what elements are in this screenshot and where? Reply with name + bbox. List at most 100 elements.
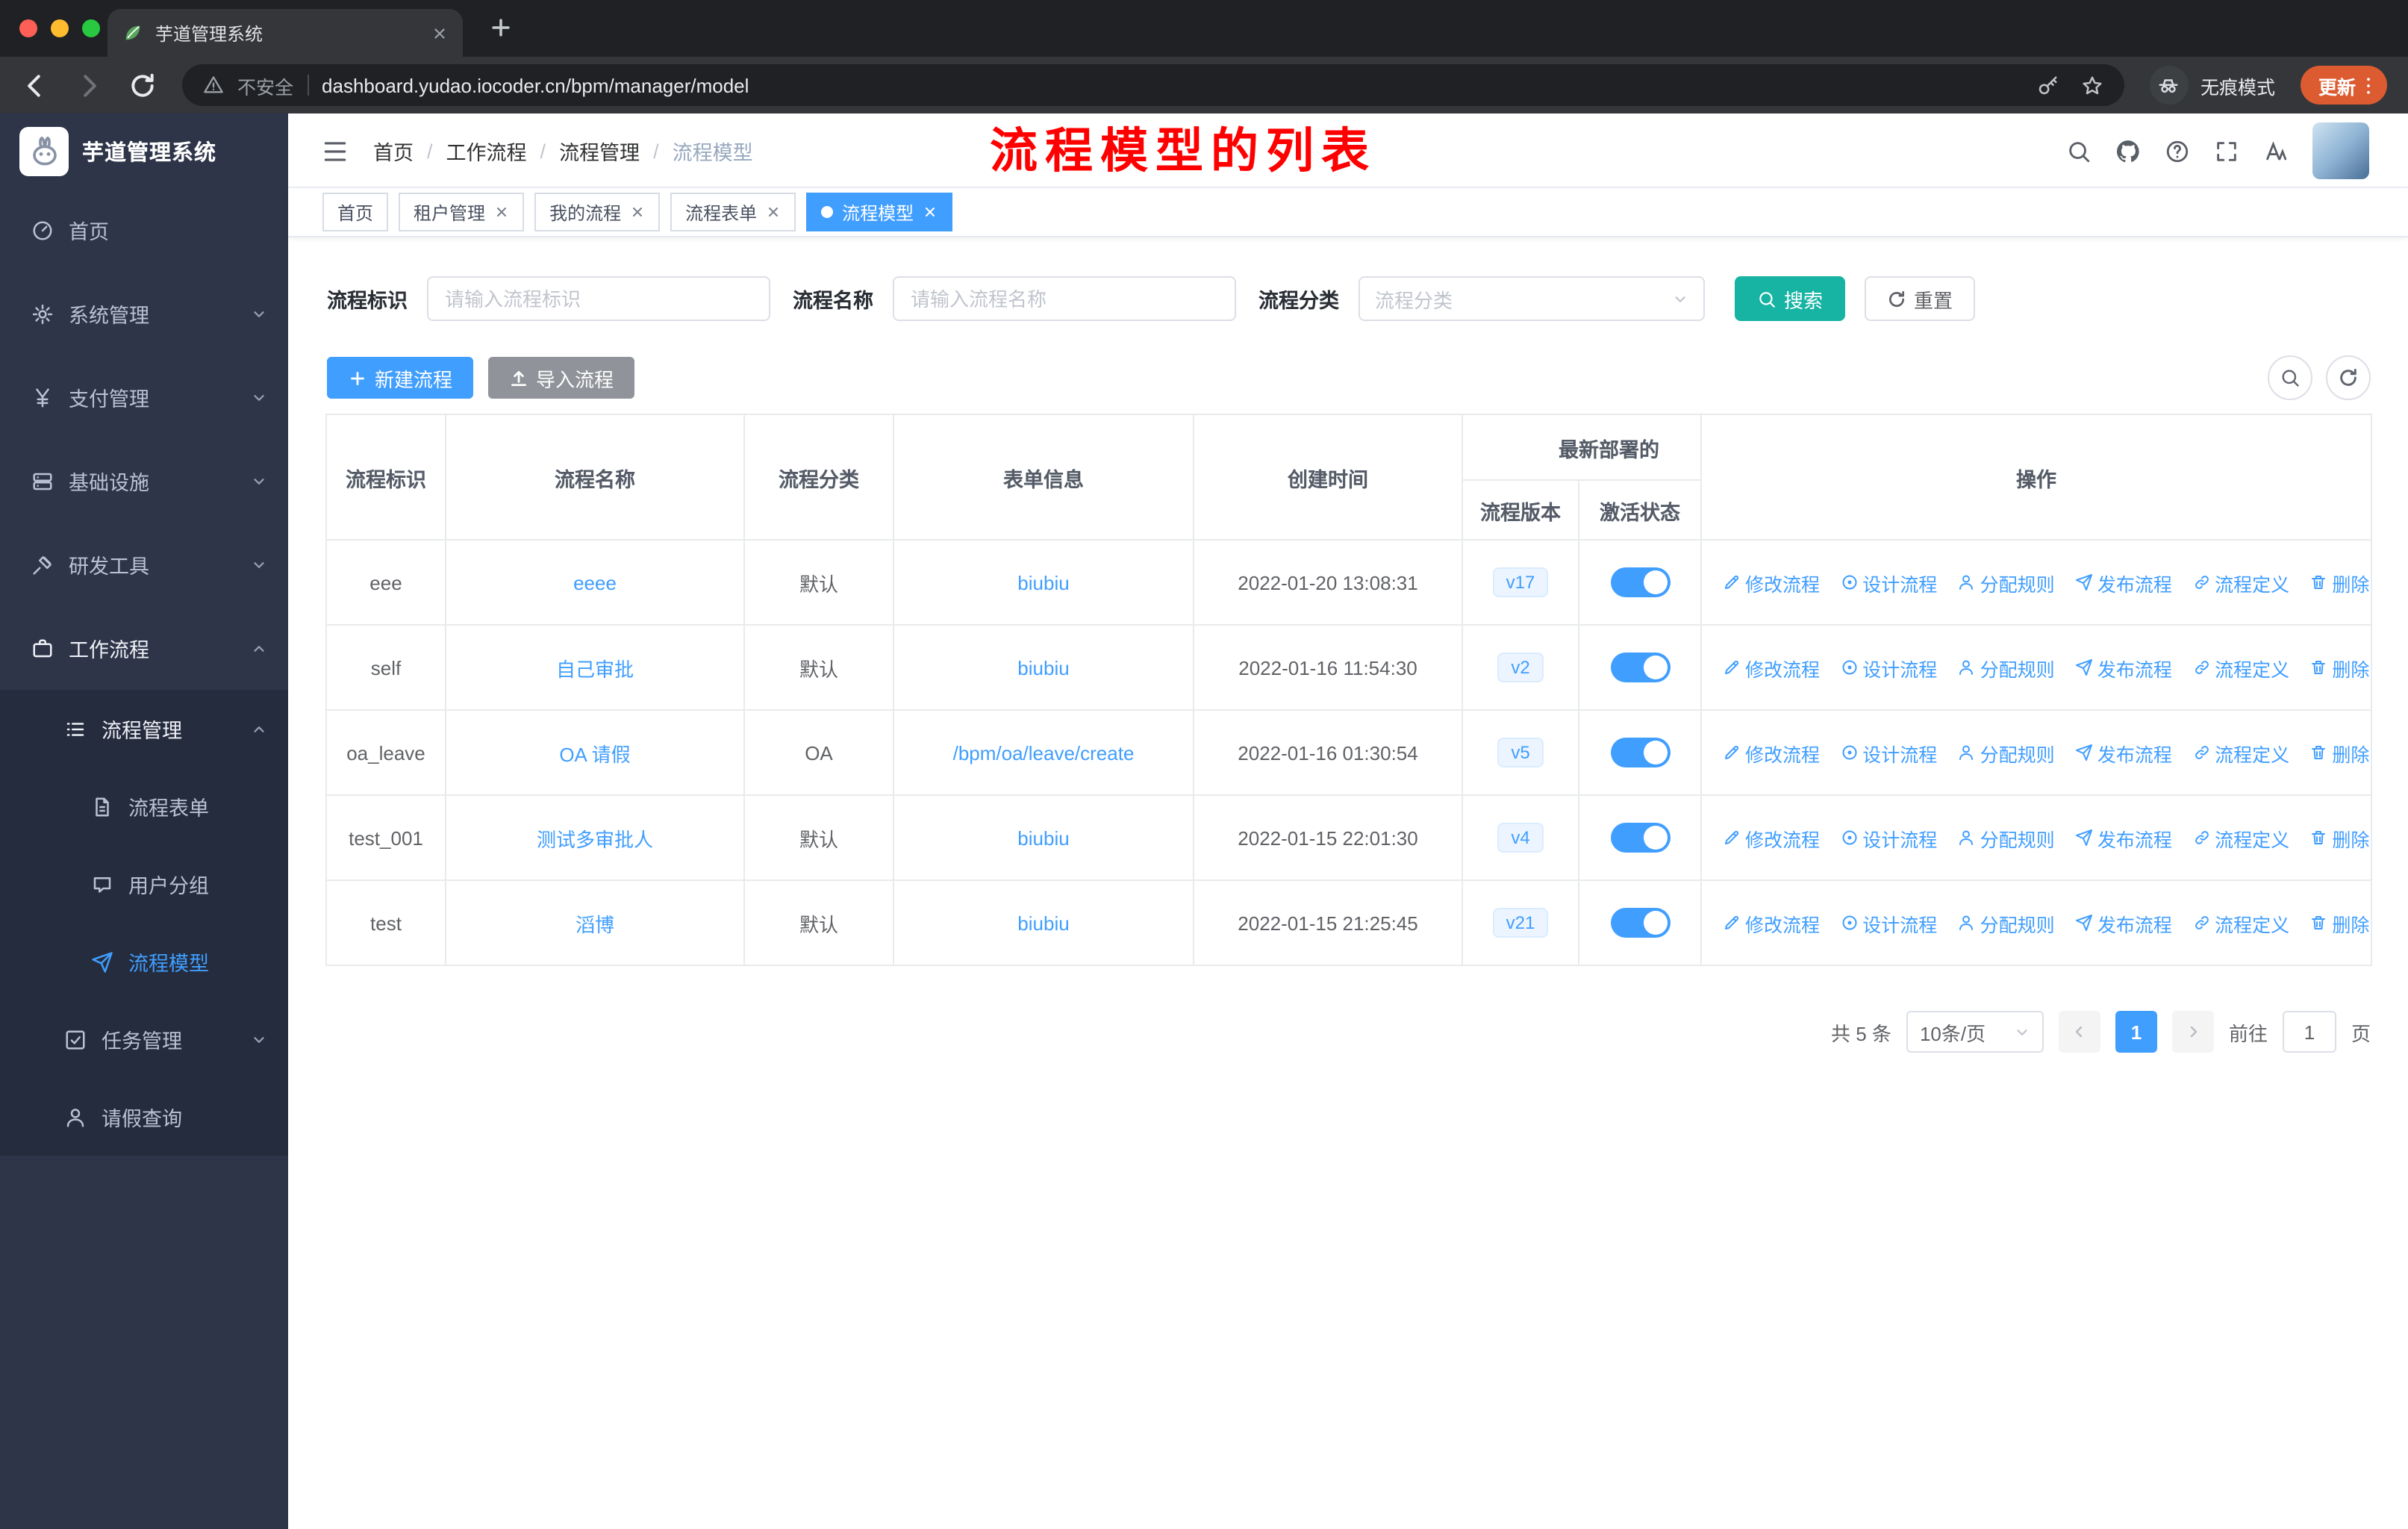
- sidebar-item-process-management[interactable]: 流程管理: [0, 690, 288, 767]
- import-process-button[interactable]: 导入流程: [488, 357, 635, 399]
- action-publish-process[interactable]: 发布流程: [2075, 909, 2172, 937]
- user-avatar[interactable]: [2312, 122, 2369, 179]
- browser-tab[interactable]: 芋道管理系统: [107, 9, 463, 57]
- search-icon[interactable]: [2066, 138, 2092, 164]
- window-minimize-button[interactable]: [51, 19, 69, 37]
- process-id-input[interactable]: [427, 276, 770, 321]
- active-toggle[interactable]: [1610, 653, 1670, 682]
- action-publish-process[interactable]: 发布流程: [2075, 653, 2172, 682]
- bookmark-star-icon[interactable]: [2081, 74, 2103, 96]
- action-design-process[interactable]: 设计流程: [1840, 909, 1937, 937]
- action-publish-process[interactable]: 发布流程: [2075, 738, 2172, 767]
- model-name-link[interactable]: eeee: [573, 571, 617, 594]
- action-publish-process[interactable]: 发布流程: [2075, 568, 2172, 597]
- sidebar-item-infrastructure[interactable]: 基础设施: [0, 439, 288, 523]
- action-design-process[interactable]: 设计流程: [1840, 653, 1937, 682]
- action-delete[interactable]: 删除: [2309, 653, 2369, 682]
- process-name-input[interactable]: [893, 276, 1236, 321]
- sidebar-item-system[interactable]: 系统管理: [0, 272, 288, 355]
- sidebar-item-home[interactable]: 首页: [0, 188, 288, 272]
- page-size-select[interactable]: 10条/页: [1906, 1011, 2044, 1053]
- tag-tab-process-model[interactable]: 流程模型: [806, 193, 953, 231]
- active-toggle[interactable]: [1610, 567, 1670, 597]
- toggle-search-button[interactable]: [2268, 355, 2312, 400]
- tag-tab-home[interactable]: 首页: [322, 193, 389, 231]
- window-close-button[interactable]: [19, 19, 37, 37]
- breadcrumb-item[interactable]: 工作流程: [446, 136, 527, 166]
- active-toggle[interactable]: [1610, 738, 1670, 767]
- model-name-link[interactable]: 滔博: [576, 913, 614, 935]
- tag-tab-my-process[interactable]: 我的流程: [534, 193, 661, 231]
- action-design-process[interactable]: 设计流程: [1840, 823, 1937, 852]
- action-process-definition[interactable]: 流程定义: [2192, 653, 2289, 682]
- active-toggle[interactable]: [1610, 823, 1670, 853]
- search-button[interactable]: 搜索: [1735, 276, 1846, 321]
- create-process-button[interactable]: 新建流程: [327, 357, 474, 399]
- address-bar[interactable]: 不安全 dashboard.yudao.iocoder.cn/bpm/manag…: [182, 64, 2124, 106]
- action-process-definition[interactable]: 流程定义: [2192, 909, 2289, 937]
- sidebar-item-payment[interactable]: 支付管理: [0, 355, 288, 439]
- sidebar-item-process-model[interactable]: 流程模型: [0, 923, 288, 1000]
- action-assign-rule[interactable]: 分配规则: [1958, 568, 2055, 597]
- action-assign-rule[interactable]: 分配规则: [1958, 738, 2055, 767]
- tab-close-icon[interactable]: [431, 25, 448, 41]
- action-edit-process[interactable]: 修改流程: [1723, 738, 1820, 767]
- forward-button[interactable]: [75, 71, 103, 99]
- tag-tab-tenant[interactable]: 租户管理: [399, 193, 525, 231]
- next-page-button[interactable]: [2171, 1011, 2214, 1053]
- reload-button[interactable]: [128, 71, 157, 99]
- password-key-icon[interactable]: [2036, 74, 2059, 96]
- action-design-process[interactable]: 设计流程: [1840, 738, 1937, 767]
- process-category-select[interactable]: 流程分类: [1359, 276, 1705, 321]
- sidebar-item-devtools[interactable]: 研发工具: [0, 523, 288, 606]
- sidebar-item-user-group[interactable]: 用户分组: [0, 845, 288, 923]
- prev-page-button[interactable]: [2058, 1011, 2100, 1053]
- action-delete[interactable]: 删除: [2309, 738, 2369, 767]
- browser-update-button[interactable]: 更新: [2300, 66, 2387, 105]
- action-edit-process[interactable]: 修改流程: [1723, 568, 1820, 597]
- close-icon[interactable]: [494, 205, 509, 219]
- window-zoom-button[interactable]: [82, 19, 100, 37]
- tag-tab-process-form[interactable]: 流程表单: [670, 193, 796, 231]
- action-assign-rule[interactable]: 分配规则: [1958, 909, 2055, 937]
- breadcrumb-item[interactable]: 流程管理: [559, 136, 640, 166]
- action-process-definition[interactable]: 流程定义: [2192, 823, 2289, 852]
- action-edit-process[interactable]: 修改流程: [1723, 653, 1820, 682]
- form-info-link[interactable]: /bpm/oa/leave/create: [953, 741, 1135, 764]
- help-icon[interactable]: [2165, 138, 2190, 164]
- app-logo-row[interactable]: 芋道管理系统: [0, 113, 288, 188]
- close-icon[interactable]: [766, 205, 781, 219]
- form-info-link[interactable]: biubiu: [1017, 571, 1069, 594]
- sidebar-item-leave-query[interactable]: 请假查询: [0, 1078, 288, 1156]
- goto-page-input[interactable]: [2282, 1011, 2336, 1053]
- security-warning-icon[interactable]: [203, 75, 224, 96]
- form-info-link[interactable]: biubiu: [1017, 826, 1069, 849]
- reset-button[interactable]: 重置: [1865, 276, 1976, 321]
- github-icon[interactable]: [2115, 138, 2141, 164]
- close-icon[interactable]: [630, 205, 645, 219]
- font-size-icon[interactable]: [2263, 138, 2289, 164]
- sidebar-item-task-management[interactable]: 任务管理: [0, 1000, 288, 1078]
- action-delete[interactable]: 删除: [2309, 568, 2369, 597]
- hamburger-menu-icon[interactable]: [321, 137, 349, 166]
- action-publish-process[interactable]: 发布流程: [2075, 823, 2172, 852]
- current-page-button[interactable]: 1: [2115, 1011, 2157, 1053]
- action-design-process[interactable]: 设计流程: [1840, 568, 1937, 597]
- refresh-table-button[interactable]: [2326, 355, 2371, 400]
- model-name-link[interactable]: OA 请假: [559, 743, 630, 765]
- form-info-link[interactable]: biubiu: [1017, 912, 1069, 934]
- action-process-definition[interactable]: 流程定义: [2192, 568, 2289, 597]
- action-assign-rule[interactable]: 分配规则: [1958, 823, 2055, 852]
- action-edit-process[interactable]: 修改流程: [1723, 823, 1820, 852]
- action-process-definition[interactable]: 流程定义: [2192, 738, 2289, 767]
- form-info-link[interactable]: biubiu: [1017, 656, 1069, 679]
- browser-menu-icon[interactable]: [2357, 74, 2380, 96]
- action-delete[interactable]: 删除: [2309, 909, 2369, 937]
- sidebar-item-process-form[interactable]: 流程表单: [0, 767, 288, 845]
- new-tab-button[interactable]: [488, 15, 514, 40]
- model-name-link[interactable]: 自己审批: [556, 658, 634, 680]
- action-edit-process[interactable]: 修改流程: [1723, 909, 1820, 937]
- model-name-link[interactable]: 测试多审批人: [537, 828, 653, 850]
- action-delete[interactable]: 删除: [2309, 823, 2369, 852]
- back-button[interactable]: [21, 71, 49, 99]
